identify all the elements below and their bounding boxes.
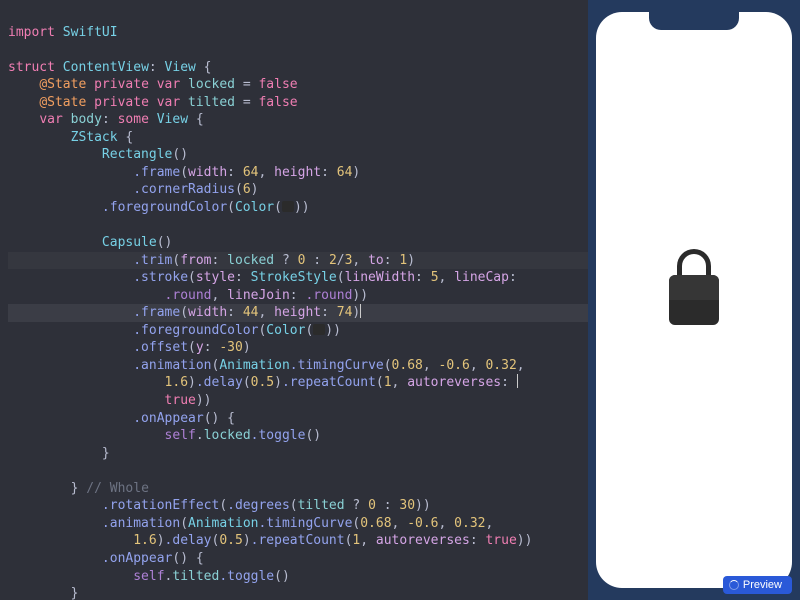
spinner-icon — [729, 580, 739, 590]
device-frame — [596, 12, 792, 588]
device-notch — [649, 12, 739, 30]
kw-import: import — [8, 25, 55, 40]
text-cursor — [517, 374, 518, 388]
code-editor[interactable]: import SwiftUI struct ContentView: View … — [0, 0, 588, 600]
preview-button[interactable]: Preview — [723, 576, 792, 594]
text-cursor — [360, 304, 361, 318]
preview-button-label: Preview — [743, 579, 782, 591]
color-swatch — [313, 324, 325, 335]
lock-icon — [669, 275, 719, 325]
preview-pane: Preview — [588, 0, 800, 600]
color-swatch — [282, 201, 294, 212]
